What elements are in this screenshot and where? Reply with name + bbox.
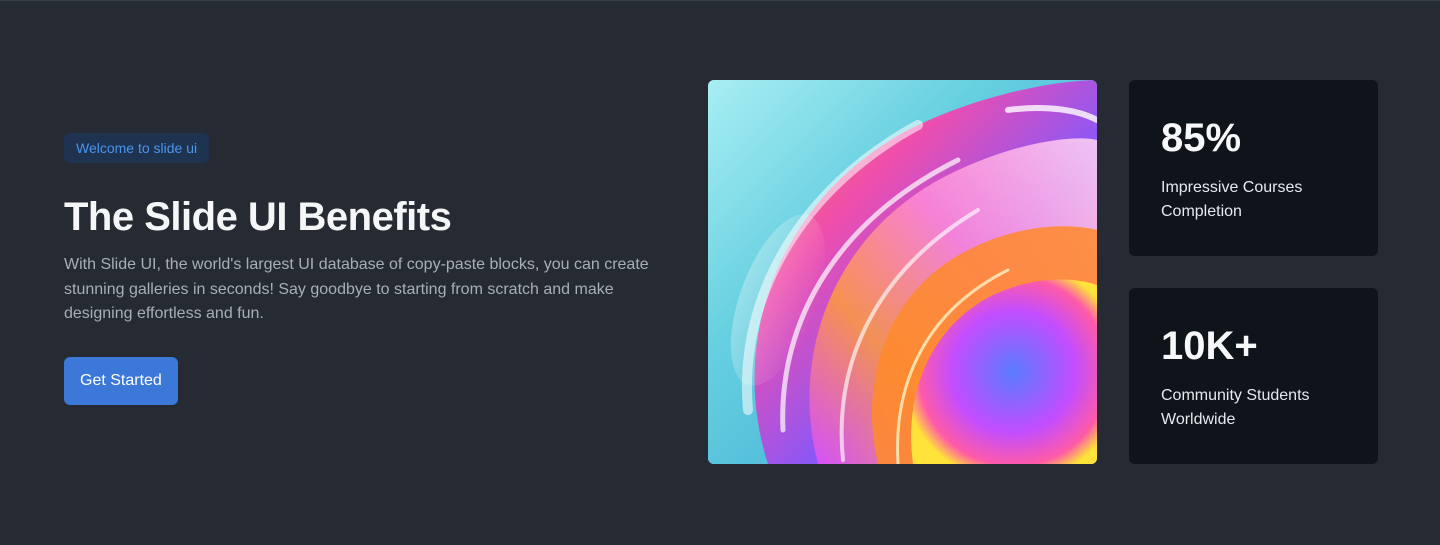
abstract-swirl-graphic <box>708 80 1097 464</box>
stat-value: 85% <box>1161 116 1242 160</box>
page-title: The Slide UI Benefits <box>64 195 452 239</box>
stat-card-students: 10K+ Community Students Worldwide <box>1129 288 1378 464</box>
stat-card-completion: 85% Impressive Courses Completion <box>1129 80 1378 256</box>
get-started-button[interactable]: Get Started <box>64 356 178 405</box>
abstract-glass-swirl-image <box>708 80 1097 464</box>
stat-label: Community Students Worldwide <box>1161 387 1310 428</box>
welcome-badge: Welcome to slide ui <box>64 133 210 163</box>
stat-label: Impressive Courses Completion <box>1161 179 1303 220</box>
benefits-section: Welcome to slide ui The Slide UI Benefit… <box>0 0 1440 545</box>
hero-content: Welcome to slide ui The Slide UI Benefit… <box>64 133 664 405</box>
hero-description: With Slide UI, the world's largest UI da… <box>64 256 649 322</box>
stat-value: 10K+ <box>1161 324 1258 368</box>
